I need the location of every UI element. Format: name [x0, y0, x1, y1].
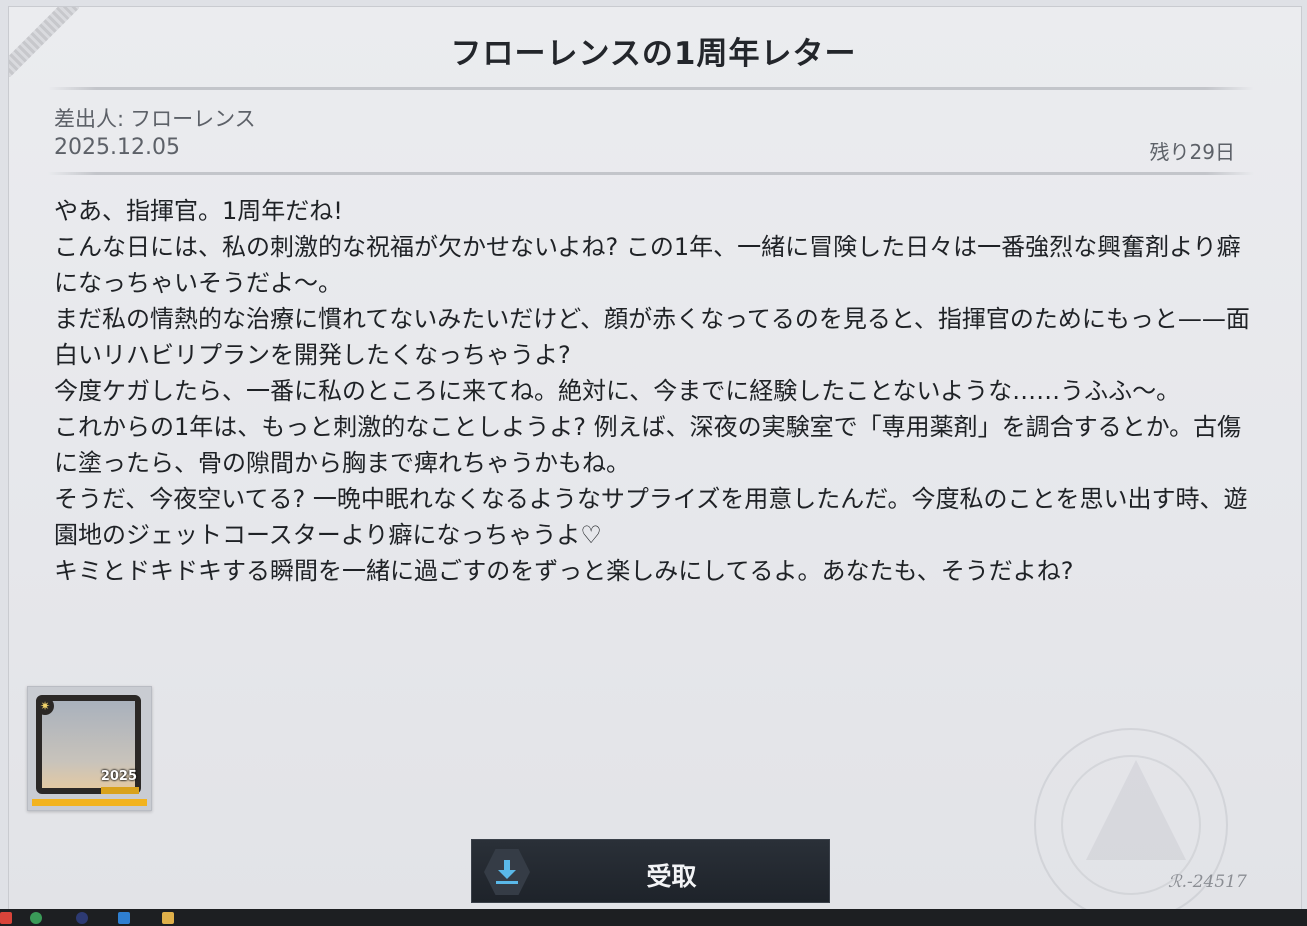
- reward-year: 2025: [100, 769, 137, 784]
- app-icon[interactable]: [162, 912, 174, 924]
- rarity-bar: [32, 799, 147, 806]
- taskbar: [0, 909, 1307, 926]
- letter-date: 2025.12.05: [54, 135, 180, 160]
- letter-paragraph: 今度ケガしたら、一番に私のところに来てね。絶対に、今までに経験したことないような…: [54, 377, 1181, 405]
- letter-body: やあ、指揮官。1周年だね! こんな日には、私の刺激的な祝福が欠かせないよね? こ…: [54, 193, 1254, 589]
- app-icon[interactable]: [0, 912, 12, 924]
- app-icon[interactable]: [118, 912, 130, 924]
- remaining-days: 残り29日: [1149, 140, 1235, 164]
- reward-tag: [101, 787, 139, 794]
- stamp-watermark: [1034, 728, 1228, 922]
- star-badge-icon: ✷: [36, 697, 54, 715]
- letter-paragraph: そうだ、今夜空いてる? 一晩中眠れなくなるようなサプライズを用意したんだ。今度私…: [54, 485, 1248, 549]
- claim-button-label: 受取: [646, 862, 697, 891]
- divider-bottom: [48, 172, 1254, 175]
- letter-paragraph: これからの1年は、もっと刺激的なことしようよ? 例えば、深夜の実験室で「専用薬剤…: [54, 413, 1242, 477]
- letter-paragraph: キミとドキドキする瞬間を一緒に過ごすのをずっと楽しみにしてるよ。あなたも、そうだ…: [54, 557, 1074, 585]
- letter-paragraph: まだ私の情熱的な治療に慣れてないみたいだけど、顔が赤くなってるのを見ると、指揮官…: [54, 305, 1250, 369]
- claim-button[interactable]: 受取: [471, 839, 830, 903]
- sender-name: フローレンス: [130, 107, 256, 131]
- letter-paragraph: こんな日には、私の刺激的な祝福が欠かせないよね? この1年、一緒に冒険した日々は…: [54, 233, 1241, 297]
- letter-title: フローレンスの1周年レター: [450, 36, 857, 72]
- app-icon[interactable]: [76, 912, 88, 924]
- sender-line: 差出人: フローレンス: [54, 103, 256, 133]
- divider-top: [48, 87, 1254, 90]
- reward-item[interactable]: ✷ 2025: [27, 686, 152, 811]
- signature: ℛ.-24517: [1168, 872, 1247, 892]
- app-icon[interactable]: [30, 912, 42, 924]
- sender-label: 差出人:: [54, 107, 125, 131]
- letter-paragraph: やあ、指揮官。1周年だね!: [54, 197, 343, 225]
